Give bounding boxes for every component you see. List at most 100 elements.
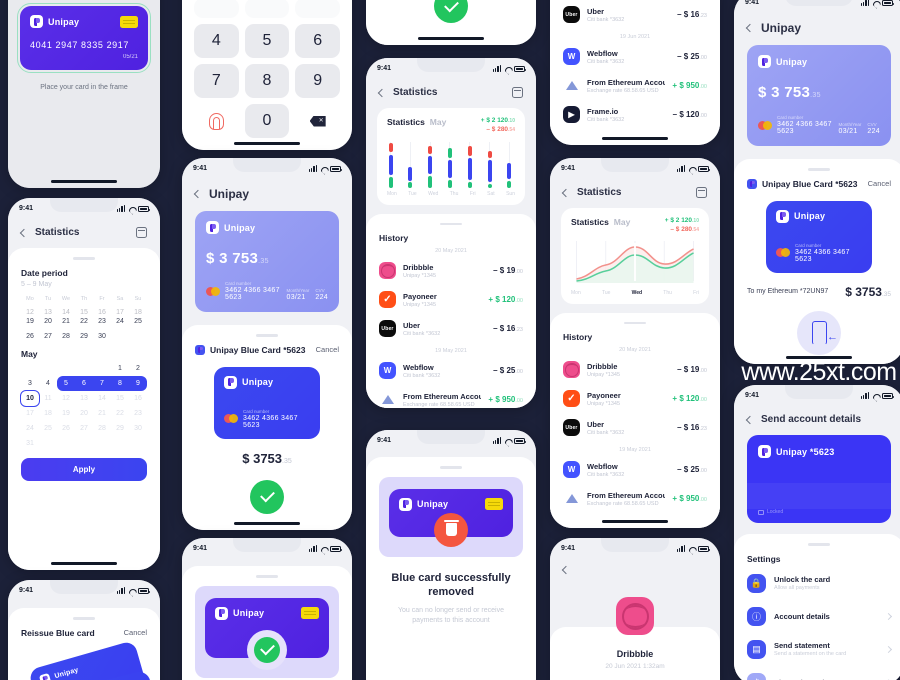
phone-unipay-card: 9:41 Unipay Unipay $ 3 753.35 Card numbe… bbox=[182, 158, 352, 530]
calendar-day-selected[interactable]: 7 bbox=[93, 375, 111, 391]
status-time: 9:41 bbox=[19, 586, 34, 594]
transfer-sheet: Unipay Blue Card *5623 Cancel Unipay Car… bbox=[734, 159, 900, 364]
sheet-grabber[interactable] bbox=[440, 222, 462, 226]
sheet-grabber[interactable] bbox=[73, 617, 95, 620]
confirm-button[interactable] bbox=[250, 479, 284, 514]
list-item[interactable]: ▶ Frame.io Citi bank *3632 – $ 120.00 bbox=[563, 100, 707, 129]
list-item[interactable]: Dribbble Unipay *1345 – $ 19.00 bbox=[379, 256, 523, 285]
transaction-name: Webflow bbox=[403, 362, 434, 372]
key-row-partial bbox=[295, 0, 340, 18]
sheet-grabber[interactable] bbox=[624, 321, 646, 325]
settings-item-account-details[interactable]: ⓘ Account details bbox=[747, 600, 893, 633]
list-item[interactable]: W Webflow Citi bank *3632 – $ 25.00 bbox=[379, 356, 523, 385]
list-item[interactable]: ✓ Payoneer Unipay *1345 + $ 120.00 bbox=[563, 384, 707, 413]
cancel-button[interactable]: Cancel bbox=[124, 628, 147, 637]
backspace-button[interactable] bbox=[295, 104, 340, 138]
calendar-grid[interactable]: Mo Tu We Th Fr Sa Su 12 13 14 15 16 17 1… bbox=[20, 293, 147, 451]
lock-icon: 🔒 bbox=[747, 573, 766, 593]
nav-bar: Statistics bbox=[8, 218, 160, 248]
list-item[interactable]: From Ethereum Account Exchange rate 68.5… bbox=[563, 484, 707, 513]
list-item[interactable]: Uber Uber Citi bank *3632 – $ 16.23 bbox=[563, 413, 707, 442]
key-6[interactable]: 6 bbox=[295, 24, 340, 58]
numeric-keypad[interactable]: 4 5 6 7 8 9 0 bbox=[182, 0, 352, 150]
scan-card-expiry: 05/21 bbox=[122, 54, 138, 60]
page-title: Unipay bbox=[209, 187, 250, 201]
transaction-name: Payoneer bbox=[403, 291, 437, 301]
list-item[interactable]: ✓ Payoneer Unipay *1345 + $ 120.00 bbox=[379, 285, 523, 314]
webflow-icon: W bbox=[379, 362, 396, 380]
card-exp-label: Month/Year bbox=[838, 122, 862, 127]
calendar-day-selected[interactable]: 5 bbox=[57, 375, 75, 391]
brand-name: Unipay bbox=[48, 16, 80, 27]
key-5[interactable]: 5 bbox=[244, 24, 290, 58]
nav-bar: Statistics bbox=[366, 78, 536, 108]
list-item[interactable]: W Webflow Citi bank *3632 – $ 25.00 bbox=[563, 42, 707, 71]
sheet-grabber[interactable] bbox=[440, 466, 462, 469]
dribbble-icon bbox=[563, 361, 580, 379]
status-bar: 9:41 bbox=[182, 158, 352, 178]
transfer-destination: To my Ethereum *72UN97 bbox=[747, 288, 829, 295]
card-number: 3462 4366 3467 5623 bbox=[243, 414, 298, 429]
key-4[interactable]: 4 bbox=[194, 24, 239, 58]
chip-icon bbox=[485, 498, 503, 510]
sheet-grabber[interactable] bbox=[808, 543, 830, 546]
key-0[interactable]: 0 bbox=[244, 104, 290, 138]
calendar-icon[interactable] bbox=[136, 227, 147, 238]
settings-item-unlock-the-card[interactable]: 🔒 Unlock the card Allow all payments bbox=[747, 567, 891, 600]
phone-card-approved: 9:41 Unipay bbox=[182, 538, 352, 680]
back-icon[interactable] bbox=[745, 415, 755, 424]
info-icon: ⓘ bbox=[747, 606, 766, 626]
back-icon[interactable] bbox=[19, 228, 29, 237]
calendar-day-today[interactable]: 10 bbox=[20, 389, 40, 407]
settings-item-send-statement[interactable]: ▤ Send statement Send a statement on the… bbox=[747, 633, 893, 666]
list-item[interactable]: From Ethereum Account Exchange rate 68.5… bbox=[379, 385, 523, 408]
phone-date-period: 9:41 Statistics Date period 5 – 9 May Mo… bbox=[8, 198, 160, 570]
mastercard-icon bbox=[224, 414, 238, 423]
back-icon[interactable] bbox=[561, 188, 571, 197]
back-icon[interactable] bbox=[193, 189, 203, 199]
back-icon[interactable] bbox=[561, 565, 571, 575]
back-icon[interactable] bbox=[377, 88, 387, 97]
card-exp-label: Month/Year bbox=[286, 288, 310, 293]
card-number-label: Card number bbox=[243, 408, 270, 414]
list-item[interactable]: W Webflow Citi bank *3632 – $ 25.00 bbox=[563, 455, 707, 484]
transaction-account: Citi bank *3632 bbox=[587, 16, 625, 23]
calendar-icon[interactable] bbox=[696, 187, 707, 198]
calendar-day-selected[interactable]: 9 bbox=[129, 375, 147, 391]
balance-card[interactable]: Unipay $ 3 753.35 Card number 3462 4366 … bbox=[195, 211, 339, 312]
list-item[interactable]: Dribbble Unipay *1345 – $ 19.00 bbox=[563, 355, 707, 384]
calendar-icon[interactable] bbox=[512, 87, 523, 98]
calendar-day-selected[interactable]: 8 bbox=[111, 375, 129, 391]
transaction-account: Exchange rate 68.58.65 USD bbox=[403, 401, 475, 408]
fingerprint-button[interactable] bbox=[194, 104, 239, 138]
cancel-button[interactable]: Cancel bbox=[316, 345, 339, 354]
calendar-day-selected[interactable]: 6 bbox=[75, 375, 93, 391]
phone-card-removed: 9:41 Unipay Blue card successfully remov… bbox=[366, 430, 536, 680]
sheet-grabber[interactable] bbox=[73, 257, 95, 260]
cancel-button[interactable]: Cancel bbox=[868, 179, 891, 188]
key-9[interactable]: 9 bbox=[295, 64, 340, 98]
unipay-logo-icon bbox=[776, 209, 789, 223]
transaction-amount: + $ 120.00 bbox=[672, 394, 707, 404]
back-icon[interactable] bbox=[745, 23, 755, 33]
balance-card[interactable]: Unipay $ 3 753.35 Card number 3462 4366 … bbox=[747, 45, 891, 146]
statistics-title: Statistics bbox=[571, 217, 609, 227]
phone-reissue-card: 9:41 Reissue Blue card Cancel Unipay bbox=[8, 580, 160, 680]
key-7[interactable]: 7 bbox=[194, 64, 239, 98]
signal-icon bbox=[492, 64, 501, 72]
list-item[interactable]: Uber Uber Citi bank *3632 – $ 16.23 bbox=[563, 0, 707, 29]
calendar-row-partial: 12 13 14 15 16 17 18 bbox=[26, 308, 142, 314]
sheet-grabber[interactable] bbox=[256, 575, 278, 578]
transaction-name: From Ethereum Account bbox=[587, 490, 666, 500]
sheet-grabber[interactable] bbox=[808, 168, 830, 171]
unipay-logo-icon bbox=[30, 15, 43, 28]
chevron-right-icon bbox=[884, 645, 893, 653]
key-8[interactable]: 8 bbox=[244, 64, 290, 98]
locked-card[interactable]: Unipay *5623 Locked bbox=[747, 435, 891, 523]
settings-item-pin-code-settings[interactable]: ⚷ Pin-Code settings bbox=[747, 666, 893, 680]
apply-button[interactable]: Apply bbox=[21, 457, 147, 481]
list-item[interactable]: Uber Uber Citi bank *3632 – $ 16.23 bbox=[379, 314, 523, 343]
settings-item-sub: Allow all payments bbox=[774, 585, 820, 591]
sheet-grabber[interactable] bbox=[256, 334, 278, 337]
list-item[interactable]: From Ethereum Account Exchange rate 68.5… bbox=[563, 71, 707, 100]
